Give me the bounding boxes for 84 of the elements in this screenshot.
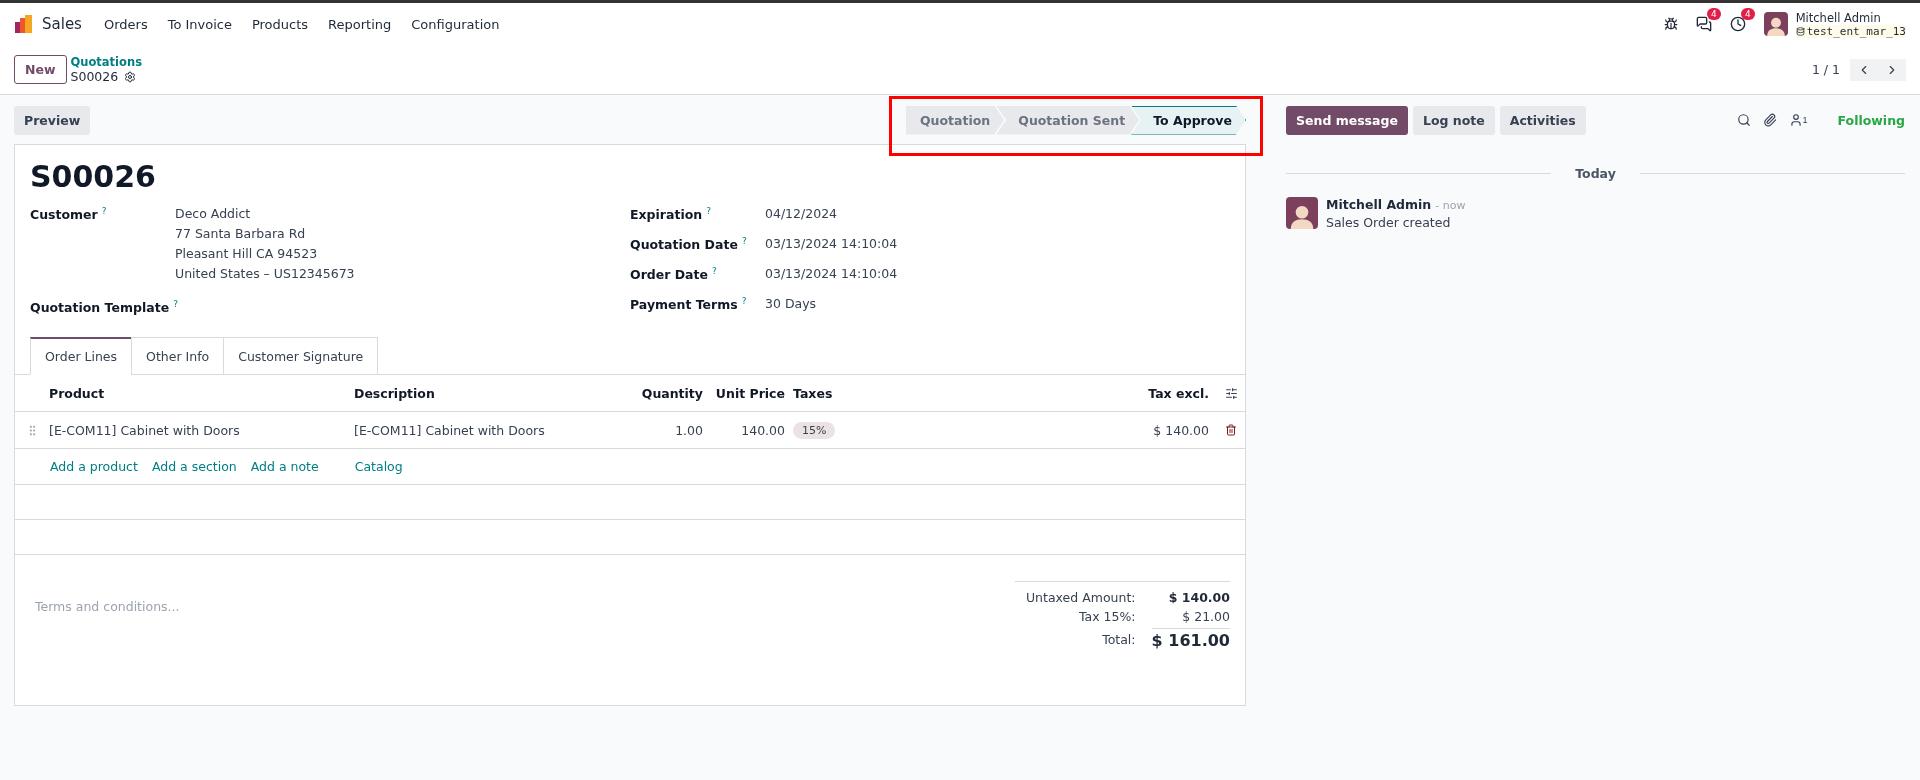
notification-badge: 4 [1706,8,1721,20]
total-value: $ 161.00 [1151,628,1230,651]
record-title: S00026 [30,159,157,194]
table-cell: $ 140.00 [853,412,1217,449]
status-stage[interactable]: Quotation [905,105,1005,135]
total-value: $ 140.00 [1167,590,1230,606]
previous-button[interactable] [1850,58,1878,81]
notification-badge: 4 [1740,8,1755,20]
help-mark[interactable]: ? [712,266,717,277]
add-line-link[interactable]: Add a section [151,459,237,475]
pager-counter: 1 / 1 [1811,62,1840,77]
field-value: Deco Addict [175,206,252,221]
add-line-link[interactable]: Add a note [250,459,319,475]
tab[interactable]: Customer Signature [223,337,379,376]
table-cell: [E-COM11] Cabinet with Doors [49,412,354,449]
column-header[interactable]: Tax excl. [853,375,1217,413]
bug-icon[interactable] [1663,17,1678,31]
menu-item[interactable]: Products [241,16,319,32]
field-value[interactable]: 04/12/2024 [765,206,1230,223]
clock-icon[interactable] [1729,16,1746,32]
field-label: Payment Terms [630,297,738,313]
column-settings-icon[interactable] [1224,386,1238,400]
field-value[interactable]: 03/13/2024 14:10:04 [765,266,1230,283]
help-mark[interactable]: ? [101,206,107,216]
field-label: Quotation Template [30,300,170,316]
database-icon [1795,26,1805,36]
column-header[interactable]: Taxes [793,375,853,413]
total-value: $ 21.00 [1181,609,1230,625]
field-value[interactable]: 30 Days [765,296,1230,313]
field-value: United States – US12345673 [175,266,356,281]
table-cell: 1.00 [609,412,711,449]
date-separator: Today [1575,166,1616,181]
field-label: Expiration [630,207,703,223]
field-value: 77 Santa Barbara Rd [175,226,307,241]
tab[interactable]: Order Lines [30,337,133,376]
add-line-link[interactable]: Catalog [354,459,403,475]
menu-item[interactable]: Reporting [318,16,402,32]
column-header[interactable]: Quantity [609,375,711,413]
field-label: Quotation Date [630,237,738,253]
field-value[interactable]: 03/13/2024 14:10:04 [765,236,1230,253]
breadcrumb-link[interactable]: Quotations [70,55,142,69]
app-logo[interactable] [14,14,34,34]
help-mark[interactable]: ? [173,299,178,309]
tax-tag: 15% [793,421,836,439]
chat-icon[interactable] [1695,16,1712,32]
total-label: Total: [1101,631,1136,647]
new-button[interactable]: New [14,55,67,84]
column-header[interactable]: Product [49,375,354,413]
field-label: Customer [30,207,98,223]
column-header[interactable]: Description [354,375,609,413]
app-name[interactable]: Sales [42,15,82,33]
help-mark[interactable]: ? [706,206,711,216]
help-mark[interactable]: ? [741,296,747,307]
trash-icon[interactable] [1225,424,1237,437]
menu-item[interactable]: To Invoice [157,16,242,32]
field-label: Order Date [630,267,708,283]
preview-button[interactable]: Preview [14,105,91,135]
message-author: Mitchell Admin [1326,197,1432,212]
chatter-button[interactable]: Send message [1286,105,1408,135]
menu-item[interactable]: Orders [93,16,158,32]
help-mark[interactable]: ? [741,236,747,247]
table-cell: [E-COM11] Cabinet with Doors [354,412,609,449]
person-icon [1788,113,1803,127]
database-name: test_ent_mar_13 [1795,24,1906,38]
user-name: Mitchell Admin [1795,10,1882,25]
record-name: S00026 [70,69,119,84]
chatter-button[interactable]: Log note [1412,105,1495,135]
column-header[interactable]: Unit Price [711,375,793,413]
status-stage[interactable]: Quotation Sent [996,105,1140,135]
status-stage[interactable]: To Approve [1131,105,1246,135]
menu-item[interactable]: Configuration [401,16,510,32]
tab[interactable]: Other Info [131,337,225,376]
table-cell: 140.00 [711,412,793,449]
next-button[interactable] [1878,58,1906,81]
followers-button[interactable]: 1 [1782,113,1814,127]
total-label: Tax 15%: [1077,609,1136,625]
field-value: Pleasant Hill CA 94523 [175,246,319,261]
user-avatar[interactable] [1763,12,1788,36]
total-label: Untaxed Amount: [1024,590,1136,606]
chatter-button[interactable]: Activities [1499,105,1586,135]
add-line-link[interactable]: Add a product [50,459,138,475]
message-time: - now [1435,199,1466,212]
message-body: Sales Order created [1326,215,1452,230]
settings-icon[interactable] [124,70,137,83]
